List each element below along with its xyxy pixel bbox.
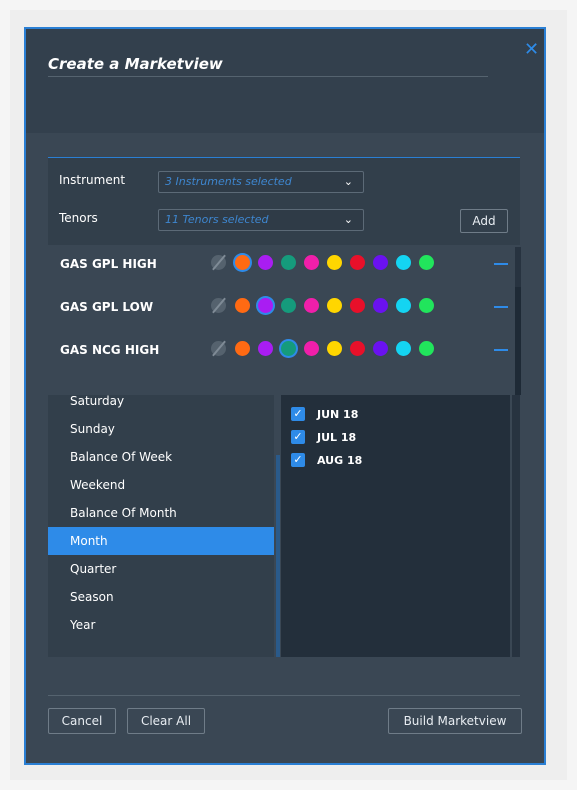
build-marketview-button[interactable]: Build Marketview	[388, 708, 522, 734]
instrument-scrollbar-thumb[interactable]	[515, 287, 521, 395]
dialog-header: Create a Marketview ✕	[26, 29, 544, 133]
checkbox-icon[interactable]: ✓	[291, 430, 305, 444]
footer-divider	[48, 695, 520, 696]
no-color-icon[interactable]	[211, 255, 226, 270]
tenor-type-item[interactable]: Month	[48, 527, 274, 555]
color-swatch[interactable]	[350, 255, 365, 270]
close-icon[interactable]: ✕	[524, 41, 539, 59]
tenors-dropdown-value: 11 Tenors selected	[165, 213, 269, 226]
color-swatch[interactable]	[327, 298, 342, 313]
chevron-down-icon: ⌄	[343, 175, 353, 188]
month-list: ✓ JUN 18 ✓ JUL 18 ✓ AUG 18	[281, 395, 510, 657]
color-swatch[interactable]	[304, 298, 319, 313]
instrument-dropdown-value: 3 Instruments selected	[165, 175, 292, 188]
instrument-row: GAS GPL LOW	[48, 290, 520, 330]
tenor-type-item[interactable]: Balance Of Week	[48, 443, 274, 471]
tenor-type-item[interactable]: Sunday	[48, 415, 274, 443]
tenor-type-item[interactable]: Year	[48, 611, 274, 639]
color-swatch[interactable]	[419, 298, 434, 313]
cancel-button[interactable]: Cancel	[48, 708, 116, 734]
dialog-title: Create a Marketview	[48, 55, 223, 73]
month-list-scrollbar[interactable]	[512, 395, 520, 657]
color-swatch[interactable]	[235, 341, 250, 356]
instrument-dropdown[interactable]: 3 Instruments selected ⌄	[158, 171, 364, 193]
color-swatch[interactable]	[258, 341, 273, 356]
no-color-icon[interactable]	[211, 298, 226, 313]
checkbox-icon[interactable]: ✓	[291, 453, 305, 467]
month-label: JUL 18	[317, 431, 357, 444]
clear-all-button[interactable]: Clear All	[127, 708, 205, 734]
instrument-label: Instrument	[59, 173, 126, 187]
tenor-list-scrollbar[interactable]	[276, 455, 280, 657]
color-swatch[interactable]	[258, 255, 273, 270]
month-item[interactable]: ✓ JUL 18	[291, 428, 491, 448]
color-swatch[interactable]	[419, 255, 434, 270]
month-item[interactable]: ✓ AUG 18	[291, 451, 491, 471]
instrument-list: GAS GPL HIGH GAS GPL LOW GAS NCG HIGH	[48, 247, 521, 395]
color-swatch[interactable]	[281, 298, 296, 313]
tenors-label: Tenors	[59, 211, 98, 225]
month-label: AUG 18	[317, 454, 363, 467]
color-swatch[interactable]	[281, 255, 296, 270]
color-swatch[interactable]	[281, 341, 296, 356]
remove-instrument-icon[interactable]	[494, 263, 508, 265]
add-button[interactable]: Add	[460, 209, 508, 233]
tenor-type-item[interactable]: Balance Of Month	[48, 499, 274, 527]
tenor-type-item[interactable]: Season	[48, 583, 274, 611]
color-swatch[interactable]	[396, 341, 411, 356]
tenor-type-list: Saturday Sunday Balance Of Week Weekend Bala…	[48, 394, 274, 657]
remove-instrument-icon[interactable]	[494, 306, 508, 308]
color-swatch[interactable]	[304, 255, 319, 270]
instrument-row: GAS NCG HIGH	[48, 333, 520, 373]
color-swatch[interactable]	[373, 341, 388, 356]
instrument-name: GAS NCG HIGH	[60, 343, 160, 357]
tenor-type-item[interactable]: Weekend	[48, 471, 274, 499]
tenor-type-item[interactable]: Saturday	[48, 387, 274, 415]
month-label: JUN 18	[317, 408, 359, 421]
color-swatch[interactable]	[350, 298, 365, 313]
title-divider	[48, 76, 488, 77]
instrument-name: GAS GPL LOW	[60, 300, 154, 314]
color-swatch[interactable]	[327, 341, 342, 356]
instrument-name: GAS GPL HIGH	[60, 257, 157, 271]
month-item[interactable]: ✓ JUN 18	[291, 405, 491, 425]
color-swatch[interactable]	[396, 255, 411, 270]
no-color-icon[interactable]	[211, 341, 226, 356]
color-swatch[interactable]	[235, 255, 250, 270]
tenors-dropdown[interactable]: 11 Tenors selected ⌄	[158, 209, 364, 231]
remove-instrument-icon[interactable]	[494, 349, 508, 351]
color-swatch[interactable]	[396, 298, 411, 313]
selection-panel: Instrument 3 Instruments selected ⌄ Teno…	[48, 157, 520, 245]
color-swatch[interactable]	[350, 341, 365, 356]
color-swatch[interactable]	[235, 298, 250, 313]
checkbox-icon[interactable]: ✓	[291, 407, 305, 421]
color-swatch[interactable]	[327, 255, 342, 270]
color-swatch[interactable]	[304, 341, 319, 356]
create-marketview-dialog: Create a Marketview ✕ Instrument 3 Instr…	[24, 27, 546, 765]
instrument-row: GAS GPL HIGH	[48, 247, 520, 287]
chevron-down-icon: ⌄	[343, 213, 353, 226]
tenor-type-item[interactable]: Quarter	[48, 555, 274, 583]
tenor-picker: Saturday Sunday Balance Of Week Weekend Bala…	[48, 394, 520, 657]
color-swatch[interactable]	[419, 341, 434, 356]
color-swatch[interactable]	[373, 255, 388, 270]
color-swatch[interactable]	[373, 298, 388, 313]
color-swatch[interactable]	[258, 298, 273, 313]
